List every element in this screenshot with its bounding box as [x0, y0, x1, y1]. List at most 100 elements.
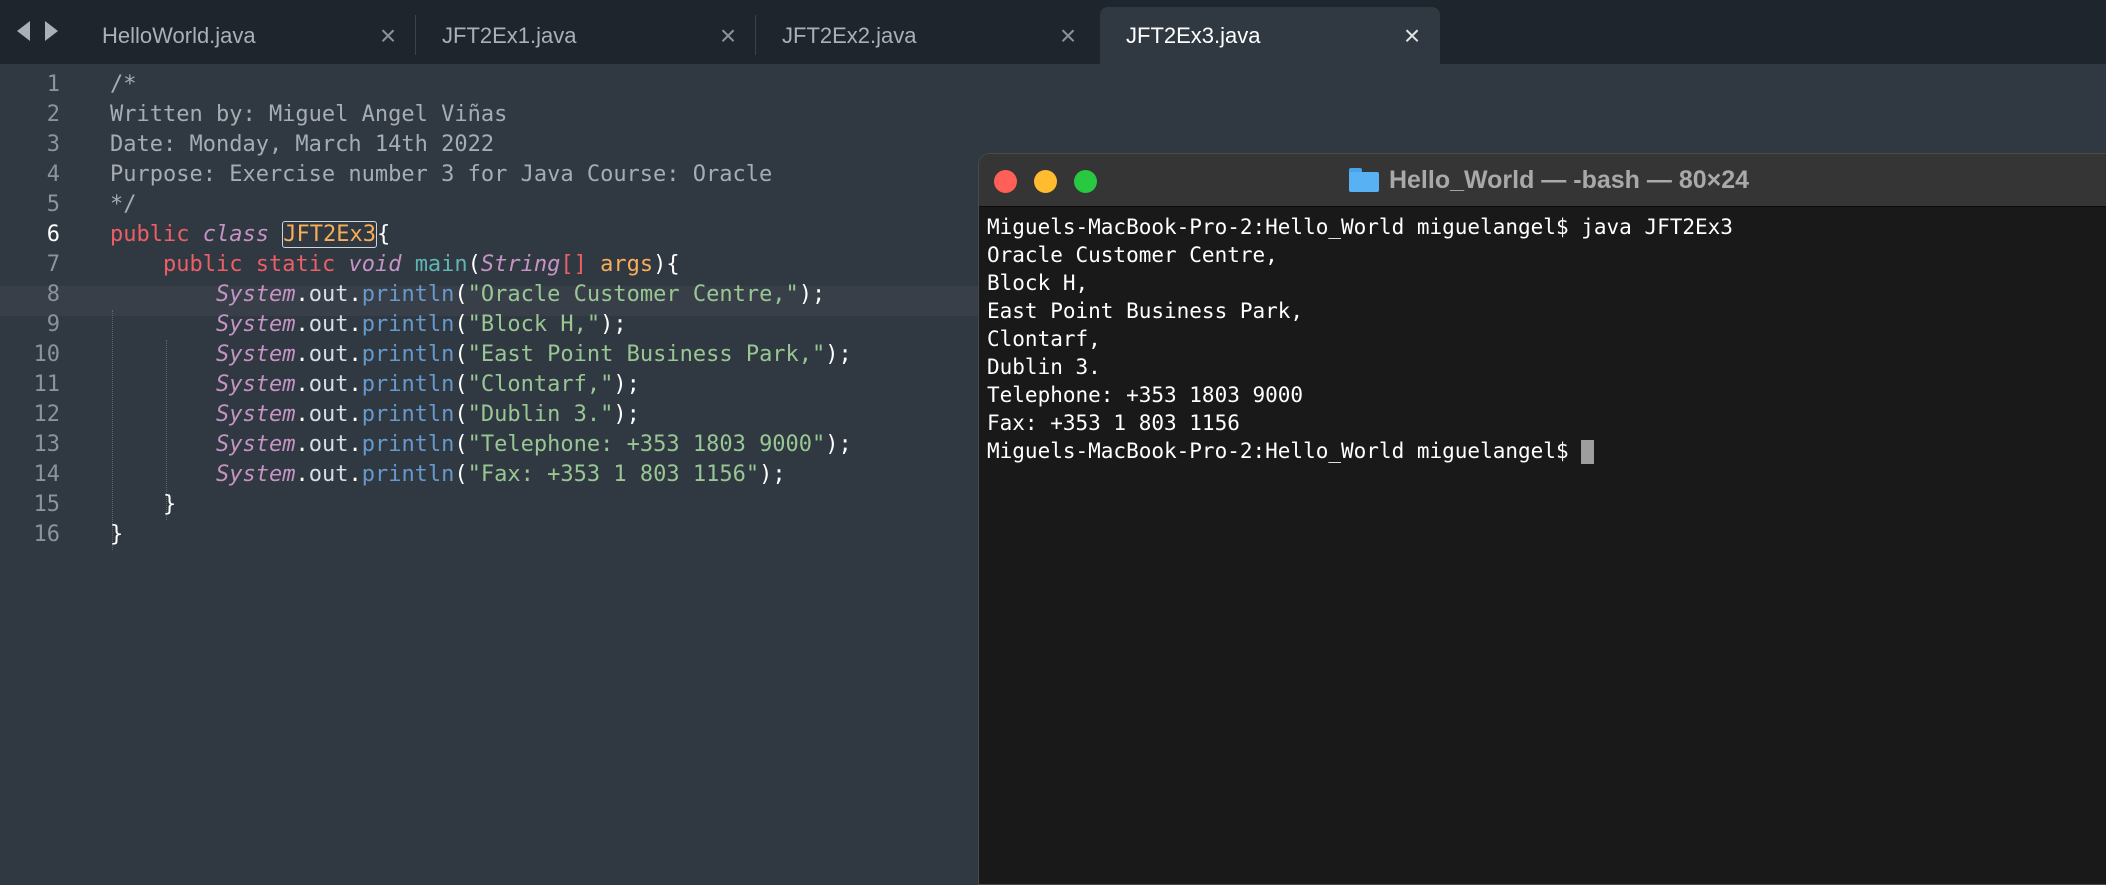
object: System [215, 462, 296, 487]
paren: ( [454, 432, 468, 457]
paren: ); [613, 372, 640, 397]
dot: . [295, 432, 309, 457]
object: System [215, 372, 296, 397]
close-icon[interactable]: × [708, 20, 748, 52]
paren: ( [454, 282, 468, 307]
dot: . [295, 402, 309, 427]
line-number: 7 [46, 252, 60, 277]
string-literal: "Dublin 3." [467, 402, 614, 427]
string-literal: "Fax: +353 1 803 1156" [467, 462, 760, 487]
string-literal: "Telephone: +353 1803 9000" [467, 432, 826, 457]
paren: ); [825, 432, 852, 457]
line-number: 16 [33, 522, 61, 547]
class-name: JFT2Ex3 [282, 221, 377, 248]
terminal-title-text: Hello_World — -bash — 80×24 [1388, 165, 1750, 194]
terminal-cursor [1581, 440, 1595, 464]
line-number: 12 [33, 402, 61, 427]
tab-jft2ex1-java[interactable]: JFT2Ex1.java × [416, 7, 756, 64]
property: out [308, 402, 349, 427]
method-call: println [361, 432, 455, 457]
brace: } [162, 492, 177, 517]
object: System [215, 342, 296, 367]
keyword: static [255, 252, 336, 277]
object: System [215, 432, 296, 457]
method-call: println [361, 402, 455, 427]
dot: . [295, 282, 309, 307]
tab-jft2ex3-java[interactable]: JFT2Ex3.java × [1100, 7, 1440, 64]
paren: ( [454, 342, 468, 367]
property: out [308, 282, 349, 307]
terminal-title-bar[interactable]: Hello_World — -bash — 80×24 [979, 154, 2106, 207]
line-number: 8 [46, 282, 60, 307]
terminal-line: Fax: +353 1 803 1156 [987, 411, 1240, 435]
method-call: println [361, 372, 455, 397]
terminal-prompt-line[interactable]: Miguels-MacBook-Pro-2:Hello_World miguel… [987, 437, 2106, 465]
object: System [215, 312, 296, 337]
method-name: main [414, 252, 468, 277]
dot: . [348, 372, 362, 397]
line-number: 9 [46, 312, 60, 337]
line-number: 13 [33, 432, 61, 457]
paren: ( [454, 462, 468, 487]
terminal-output[interactable]: Miguels-MacBook-Pro-2:Hello_World miguel… [979, 207, 2106, 471]
object: System [215, 402, 296, 427]
string-literal: "East Point Business Park," [467, 342, 826, 367]
code-line-comment: /* [110, 72, 137, 97]
tab-label: JFT2Ex2.java [782, 22, 917, 48]
brace: { [376, 222, 391, 247]
tab-bar: HelloWorld.java × JFT2Ex1.java × JFT2Ex2… [0, 0, 2106, 64]
string-literal: "Oracle Customer Centre," [467, 282, 799, 307]
string-literal: "Clontarf," [467, 372, 614, 397]
line-number: 10 [33, 342, 61, 367]
dot: . [348, 432, 362, 457]
tab-label: JFT2Ex3.java [1126, 22, 1261, 48]
tab-label: JFT2Ex1.java [442, 22, 577, 48]
dot: . [295, 342, 309, 367]
dot: . [295, 372, 309, 397]
paren: ( [454, 402, 468, 427]
paren: ){ [653, 252, 680, 277]
tab-label: HelloWorld.java [102, 22, 256, 48]
arrow-left-icon[interactable] [10, 18, 36, 44]
keyword: void [348, 252, 402, 277]
property: out [308, 342, 349, 367]
line-number: 1 [46, 72, 60, 97]
arrow-right-icon[interactable] [38, 18, 64, 44]
paren: ); [825, 342, 852, 367]
terminal-line: Dublin 3. [987, 355, 1101, 379]
line-number: 5 [46, 192, 60, 217]
paren: ); [798, 282, 826, 307]
dot: . [295, 462, 309, 487]
close-icon[interactable]: × [1392, 20, 1432, 52]
dot: . [348, 282, 362, 307]
param-name: args [600, 252, 654, 277]
terminal-title: Hello_World — -bash — 80×24 [979, 154, 2106, 206]
close-icon[interactable]: × [368, 20, 408, 52]
terminal-line: Miguels-MacBook-Pro-2:Hello_World miguel… [987, 215, 1733, 239]
terminal-window[interactable]: Hello_World — -bash — 80×24 Miguels-MacB… [978, 153, 2106, 885]
property: out [308, 432, 349, 457]
dot: . [348, 402, 362, 427]
terminal-line: Clontarf, [987, 327, 1101, 351]
string-literal: "Block H," [467, 312, 601, 337]
paren: ); [759, 462, 786, 487]
property: out [308, 462, 349, 487]
property: out [308, 312, 349, 337]
method-call: println [361, 462, 455, 487]
dot: . [295, 312, 309, 337]
tab-jft2ex2-java[interactable]: JFT2Ex2.java × [756, 7, 1096, 64]
line-number: 2 [46, 102, 60, 127]
keyword: class [202, 222, 269, 247]
keyword: public [162, 252, 243, 277]
terminal-line: Oracle Customer Centre, [987, 243, 1278, 267]
line-number: 14 [33, 462, 61, 487]
line-number-current: 6 [46, 222, 60, 247]
line-number: 3 [46, 132, 60, 157]
method-call: println [361, 342, 455, 367]
terminal-line: East Point Business Park, [987, 299, 1304, 323]
keyword: public [110, 222, 190, 247]
paren: ); [600, 312, 627, 337]
tab-helloworld-java[interactable]: HelloWorld.java × [76, 7, 416, 64]
close-icon[interactable]: × [1048, 20, 1088, 52]
paren: ( [467, 252, 481, 277]
